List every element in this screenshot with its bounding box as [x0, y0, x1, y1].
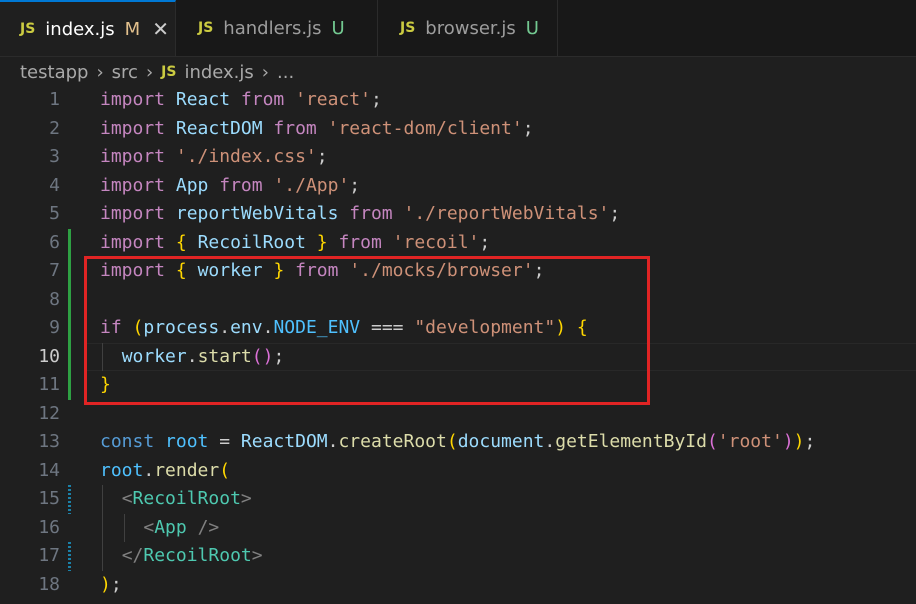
code-line: 5 import reportWebVitals from './reportW…: [0, 200, 916, 229]
code-line: 3 import './index.css';: [0, 143, 916, 172]
javascript-file-icon: JS: [20, 21, 36, 37]
breadcrumb-testapp[interactable]: testapp: [20, 62, 88, 83]
modified-badge: M: [124, 18, 141, 40]
tab-label: browser.js: [425, 17, 516, 39]
line-number: 11: [38, 374, 60, 395]
chevron-right-icon: ›: [96, 61, 104, 83]
tab-handlers-js[interactable]: JS handlers.js U: [176, 0, 378, 56]
line-number: 3: [49, 146, 60, 167]
line-number: 10: [38, 345, 60, 367]
line-number: 4: [49, 174, 60, 196]
code-line: 18 );: [0, 571, 916, 600]
breadcrumb-more[interactable]: ...: [277, 62, 294, 83]
tab-label: index.js: [45, 18, 115, 40]
javascript-file-icon: JS: [198, 20, 214, 36]
javascript-file-icon: JS: [161, 64, 177, 80]
line-number: 7: [49, 260, 60, 281]
code-line: 15 <RecoilRoot>: [0, 485, 916, 514]
untracked-badge: U: [331, 17, 345, 39]
line-number: 14: [38, 459, 60, 481]
tab-label: handlers.js: [223, 17, 322, 39]
breadcrumb: testapp › src › JS index.js › ...: [20, 58, 294, 86]
code-text: import './index.css';: [100, 146, 328, 167]
code-text: <RecoilRoot>: [121, 488, 252, 509]
line-number: 18: [38, 573, 60, 595]
code-line: 4 import App from './App';: [0, 172, 916, 201]
javascript-file-icon: JS: [400, 20, 416, 36]
code-line: 1 import React from 'react';: [0, 86, 916, 115]
line-number: 8: [49, 288, 60, 310]
breadcrumb-src[interactable]: src: [112, 62, 138, 83]
code-line: 2 import ReactDOM from 'react-dom/client…: [0, 115, 916, 144]
line-number: 1: [49, 89, 60, 110]
tab-browser-js[interactable]: JS browser.js U: [378, 0, 558, 56]
code-line: 13 const root = ReactDOM.createRoot(docu…: [0, 428, 916, 457]
line-number: 13: [38, 431, 60, 452]
code-line: 6 import { RecoilRoot } from 'recoil';: [0, 229, 916, 258]
code-text: import App from './App';: [100, 174, 361, 196]
line-number: 9: [49, 317, 60, 338]
breadcrumb-file[interactable]: index.js: [184, 62, 253, 83]
code-text: root.render(: [100, 459, 231, 481]
line-number: 2: [49, 117, 60, 139]
chevron-right-icon: ›: [261, 61, 269, 83]
code-text: import { RecoilRoot } from 'recoil';: [100, 231, 491, 253]
code-text: import React from 'react';: [100, 89, 382, 110]
code-line: 16 <App />: [0, 514, 916, 543]
line-number: 16: [38, 516, 60, 538]
line-number: 15: [38, 488, 60, 509]
code-text: import reportWebVitals from './reportWeb…: [100, 203, 621, 224]
tab-index-js[interactable]: JS index.js M ✕: [0, 0, 176, 56]
code-text: const root = ReactDOM.createRoot(documen…: [100, 431, 816, 452]
line-number: 12: [38, 402, 60, 424]
code-text: </RecoilRoot>: [121, 545, 263, 566]
editor-tab-bar: JS index.js M ✕ JS handlers.js U JS brow…: [0, 0, 916, 57]
line-number: 6: [49, 231, 60, 253]
annotation-highlight-box: [84, 256, 650, 405]
close-icon[interactable]: ✕: [152, 17, 169, 41]
line-number: 17: [38, 545, 60, 566]
code-line: 17 </RecoilRoot>: [0, 542, 916, 571]
untracked-badge: U: [525, 17, 539, 39]
code-text: );: [100, 573, 122, 595]
chevron-right-icon: ›: [145, 61, 154, 83]
line-number: 5: [49, 203, 60, 224]
code-line: 14 root.render(: [0, 457, 916, 486]
code-text: <App />: [143, 516, 220, 538]
code-text: import ReactDOM from 'react-dom/client';: [100, 117, 534, 139]
